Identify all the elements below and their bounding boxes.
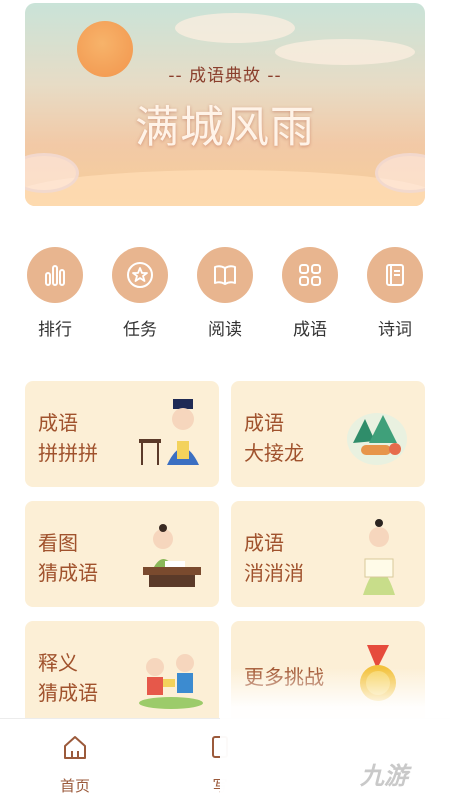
nav-item-label: 首页	[59, 777, 90, 795]
banner-title: 满城风雨	[135, 102, 315, 153]
nav-item-home[interactable]: 首页	[45, 733, 105, 796]
watermark-logo: 九游	[360, 762, 408, 790]
tiger-landscape-illustration	[347, 413, 407, 465]
wave-decoration	[25, 170, 425, 206]
scroll-scholar-illustration	[363, 519, 395, 595]
reading-child-illustration	[143, 524, 201, 587]
menu-item-tasks[interactable]: 任务	[110, 247, 170, 340]
game-card-definition-guess[interactable]: 释义 猜成语	[25, 621, 219, 727]
banner-subtitle: -- 成语典故 --	[168, 66, 282, 86]
scholar-illustration	[139, 399, 199, 465]
bar-chart-icon	[27, 247, 83, 303]
game-card-subtitle: 拼拼拼	[38, 441, 98, 465]
quick-menu: 排行 任务 阅读 成语 诗词	[25, 247, 425, 347]
game-card-idiom-puzzle[interactable]: 成语 拼拼拼	[25, 381, 219, 487]
book-icon	[197, 247, 253, 303]
game-card-subtitle: 大接龙	[244, 441, 304, 465]
menu-item-idioms[interactable]: 成语	[280, 247, 340, 340]
menu-item-label: 诗词	[378, 320, 412, 340]
menu-item-label: 阅读	[208, 320, 242, 340]
game-card-title: 看图	[38, 531, 78, 555]
game-card-subtitle: 消消消	[244, 561, 304, 585]
grid-icon	[282, 247, 338, 303]
game-card-idiom-match[interactable]: 成语 消消消	[231, 501, 425, 607]
menu-item-label: 排行	[38, 320, 72, 340]
menu-item-poetry[interactable]: 诗词	[365, 247, 425, 340]
menu-item-label: 成语	[293, 320, 327, 340]
game-card-title: 成语	[244, 411, 284, 435]
game-card-title: 成语	[244, 531, 284, 555]
notebook-icon	[367, 247, 423, 303]
two-children-illustration	[139, 654, 203, 709]
game-card-subtitle: 猜成语	[38, 681, 98, 705]
cloud-decoration	[175, 13, 295, 43]
idiom-story-banner[interactable]: -- 成语典故 -- 满城风雨	[25, 3, 425, 206]
home-icon	[64, 736, 86, 759]
game-card-title: 释义	[38, 651, 78, 675]
watermark-fade-overlay	[220, 668, 450, 800]
game-card-idiom-chain[interactable]: 成语 大接龙	[231, 381, 425, 487]
game-card-picture-guess[interactable]: 看图 猜成语	[25, 501, 219, 607]
menu-item-reading[interactable]: 阅读	[195, 247, 255, 340]
home-screen: -- 成语典故 -- 满城风雨 排行 任务 阅读 成语 诗词 成语 拼拼拼 成语…	[0, 0, 450, 800]
menu-item-ranking[interactable]: 排行	[25, 247, 85, 340]
game-card-title: 成语	[38, 411, 78, 435]
menu-item-label: 任务	[123, 320, 157, 340]
game-card-subtitle: 猜成语	[38, 561, 98, 585]
star-medal-icon	[112, 247, 168, 303]
